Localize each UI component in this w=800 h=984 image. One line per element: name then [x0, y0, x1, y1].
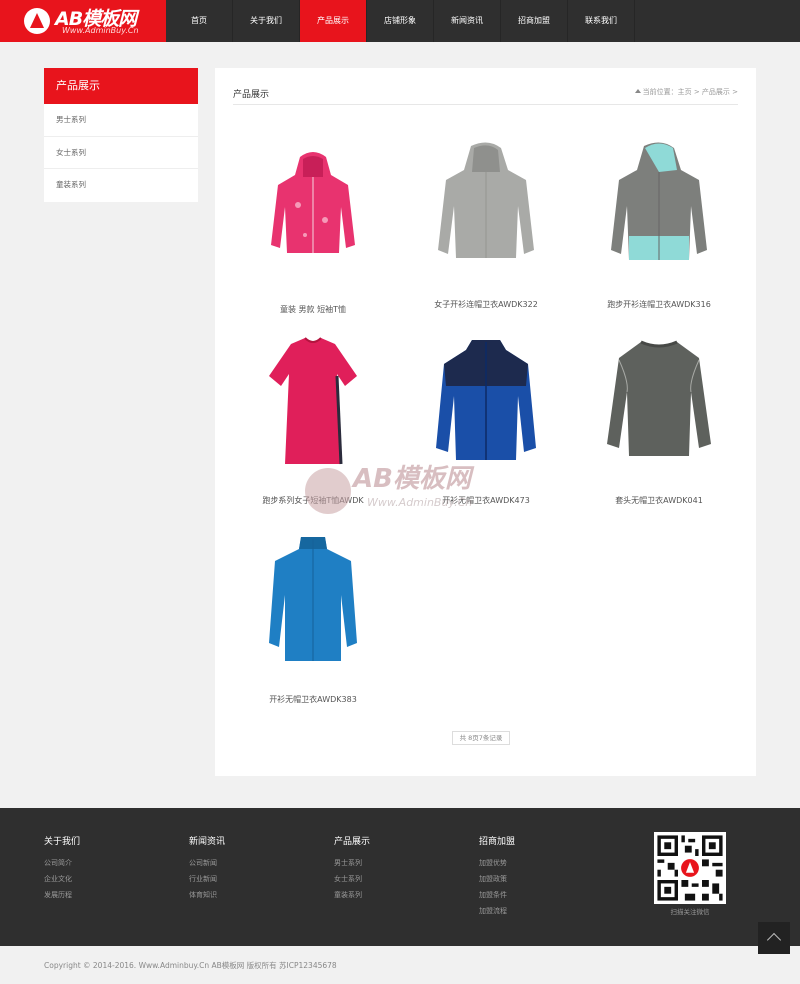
footer-column-products: 产品展示 男士系列 女士系列 童装系列: [334, 834, 370, 903]
product-name[interactable]: 女子开衫连帽卫衣AWDK322: [406, 299, 566, 310]
footer-link[interactable]: 加盟条件: [479, 887, 515, 903]
back-to-top-button[interactable]: [758, 922, 790, 954]
product-name[interactable]: 跑步系列女子短袖T恤AWDK: [233, 495, 393, 506]
sidebar-item-men[interactable]: 男士系列: [44, 104, 198, 137]
footer-link[interactable]: 童装系列: [334, 887, 370, 903]
blue-zip-jacket-image[interactable]: [253, 535, 373, 685]
nav-item-home[interactable]: 首页: [166, 0, 233, 42]
product-card[interactable]: 开衫无帽卫衣AWDK473: [406, 336, 566, 521]
product-card[interactable]: 女子开衫连帽卫衣AWDK322: [406, 140, 566, 325]
breadcrumb: 当前位置：主页 > 产品展示 >: [634, 87, 738, 97]
pink-tshirt-image[interactable]: [253, 336, 373, 486]
main-nav: 首页 关于我们 产品展示 店铺形象 新闻资讯 招商加盟 联系我们: [166, 0, 635, 42]
top-header: AB模板网 Www.AdminBuy.Cn 首页 关于我们 产品展示 店铺形象 …: [0, 0, 800, 42]
footer-link[interactable]: 加盟优势: [479, 855, 515, 871]
product-name[interactable]: 童装 男款 短袖T恤: [233, 304, 393, 315]
pagination-info: 共 8页7条记录: [452, 731, 510, 745]
copyright-text: Copyright © 2014-2016. Www.Adminbuy.Cn A…: [44, 961, 337, 970]
footer-link[interactable]: 女士系列: [334, 871, 370, 887]
footer-link[interactable]: 男士系列: [334, 855, 370, 871]
nav-item-products[interactable]: 产品展示: [300, 0, 367, 42]
pink-hoodie-image[interactable]: [253, 145, 373, 295]
footer-column-title: 关于我们: [44, 837, 81, 847]
footer-link[interactable]: 公司简介: [44, 855, 80, 871]
footer-column-title: 招商加盟: [479, 837, 516, 847]
product-card[interactable]: 童装 男款 短袖T恤: [233, 145, 393, 330]
footer-link[interactable]: 加盟流程: [479, 903, 515, 919]
blue-jacket-image[interactable]: [426, 336, 546, 486]
product-card[interactable]: 套头无帽卫衣AWDK041: [579, 336, 739, 521]
sidebar-item-women[interactable]: 女士系列: [44, 137, 198, 169]
nav-item-about[interactable]: 关于我们: [233, 0, 300, 42]
footer-link[interactable]: 行业新闻: [189, 871, 225, 887]
page-title: 产品展示: [233, 90, 270, 100]
product-card[interactable]: 开衫无帽卫衣AWDK383: [233, 535, 393, 720]
footer-column-franchise: 招商加盟 加盟优势 加盟政策 加盟条件 加盟流程: [479, 834, 515, 919]
qr-caption: 扫描关注微信: [670, 908, 710, 916]
nav-item-news[interactable]: 新闻资讯: [434, 0, 501, 42]
footer-link[interactable]: 公司新闻: [189, 855, 225, 871]
footer-link[interactable]: 企业文化: [44, 871, 80, 887]
grey-sweater-image[interactable]: [599, 336, 719, 486]
category-sidebar: 产品展示 男士系列 女士系列 童装系列: [44, 68, 198, 202]
product-name[interactable]: 开衫无帽卫衣AWDK383: [233, 694, 393, 705]
product-name[interactable]: 开衫无帽卫衣AWDK473: [406, 495, 566, 506]
home-icon: [634, 89, 641, 93]
footer-link[interactable]: 体育知识: [189, 887, 225, 903]
product-card[interactable]: 跑步开衫连帽卫衣AWDK316: [579, 140, 739, 325]
footer-column-about: 关于我们 公司简介 企业文化 发展历程: [44, 834, 80, 903]
nav-item-franchise[interactable]: 招商加盟: [501, 0, 568, 42]
footer-link[interactable]: 加盟政策: [479, 871, 515, 887]
wechat-qr-code: [654, 832, 726, 904]
sidebar-title: 产品展示: [44, 68, 198, 104]
breadcrumb-text[interactable]: 当前位置：主页 > 产品展示 >: [643, 88, 738, 96]
footer-column-title: 新闻资讯: [189, 837, 226, 847]
grey-mint-hoodie-image[interactable]: [599, 140, 719, 290]
site-logo[interactable]: AB模板网 Www.AdminBuy.Cn: [0, 0, 166, 42]
logo-url: Www.AdminBuy.Cn: [62, 26, 139, 35]
product-card[interactable]: 跑步系列女子短袖T恤AWDK: [233, 336, 393, 521]
nav-item-stores[interactable]: 店铺形象: [367, 0, 434, 42]
product-name[interactable]: 跑步开衫连帽卫衣AWDK316: [579, 299, 739, 310]
footer-column-title: 产品展示: [334, 837, 371, 847]
nav-item-contact[interactable]: 联系我们: [568, 0, 635, 42]
product-name[interactable]: 套头无帽卫衣AWDK041: [579, 495, 739, 506]
sidebar-item-kids[interactable]: 童装系列: [44, 169, 198, 202]
footer-column-news: 新闻资讯 公司新闻 行业新闻 体育知识: [189, 834, 225, 903]
site-footer: 关于我们 公司简介 企业文化 发展历程 新闻资讯 公司新闻 行业新闻 体育知识 …: [0, 808, 800, 954]
grey-hoodie-image[interactable]: [426, 140, 546, 290]
footer-link[interactable]: 发展历程: [44, 887, 80, 903]
logo-mark-icon: [24, 8, 50, 34]
panel-header: 产品展示 当前位置：主页 > 产品展示 >: [233, 85, 738, 105]
product-panel: 产品展示 当前位置：主页 > 产品展示 > 童装 男款 短袖T恤 女子开衫连帽卫…: [215, 68, 756, 776]
